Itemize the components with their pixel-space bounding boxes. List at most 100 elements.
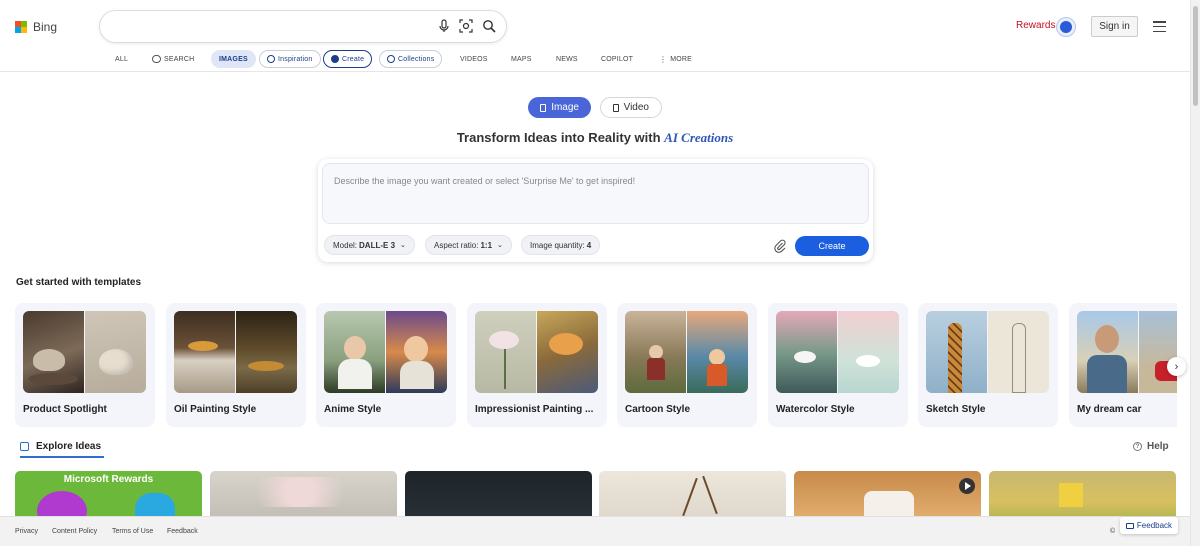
hamburger-menu-icon[interactable] (1153, 21, 1166, 32)
rewards-link[interactable]: Rewards (1016, 20, 1055, 31)
tab-more[interactable]: ⋮ MORE (659, 50, 692, 68)
image-toggle-label: Image (551, 102, 579, 113)
model-value: DALL-E 3 (359, 240, 396, 250)
tab-create-label: Create (342, 55, 365, 63)
explore-ideas-grid: Microsoft Rewards (15, 471, 1177, 516)
help-label: Help (1147, 441, 1169, 452)
feedback-button-label: Feedback (1136, 521, 1173, 530)
template-card-dream-car[interactable]: My dream car (1069, 303, 1177, 427)
footer-terms-link[interactable]: Terms of Use (112, 528, 153, 535)
template-thumbnail (625, 311, 686, 393)
scrollbar-thumb[interactable] (1193, 6, 1198, 106)
create-icon (331, 55, 339, 63)
idea-tile-night-city[interactable] (405, 471, 592, 516)
attach-clip-icon[interactable] (773, 239, 787, 253)
tab-maps[interactable]: MAPS (511, 50, 532, 68)
template-label: Oil Painting Style (174, 404, 257, 415)
template-thumbnail (386, 311, 447, 393)
template-thumbnail (85, 311, 146, 393)
feedback-button[interactable]: Feedback (1120, 517, 1178, 534)
tab-images[interactable]: IMAGES (211, 50, 256, 68)
template-label: Cartoon Style (625, 404, 691, 415)
image-icon (540, 103, 547, 112)
template-thumbnail (1139, 311, 1177, 393)
image-mode-toggle[interactable]: Image (528, 97, 591, 118)
image-quantity-select[interactable]: Image quantity: 4 (521, 235, 601, 255)
footer-feedback-link[interactable]: Feedback (167, 528, 198, 535)
template-thumbnail (838, 311, 899, 393)
header: Bing Rewards Sign in ALL SEARCH IMAGES I… (0, 0, 1190, 72)
footer-privacy-link[interactable]: Privacy (15, 528, 38, 535)
prompt-textarea[interactable]: Describe the image you want created or s… (322, 163, 869, 224)
idea-tile-blossom[interactable] (210, 471, 397, 516)
templates-title: Get started with templates (16, 277, 142, 288)
video-toggle-label: Video (623, 102, 649, 113)
chevron-right-icon: › (1174, 360, 1179, 373)
template-card-anime[interactable]: Anime Style (316, 303, 456, 427)
create-button[interactable]: Create (795, 236, 869, 256)
bing-logo[interactable]: Bing (15, 20, 57, 34)
rewards-tile-title: Microsoft Rewards (63, 474, 154, 485)
page-title: Transform Ideas into Reality with AI Cre… (0, 130, 1190, 146)
template-thumbnail (324, 311, 385, 393)
template-thumbnail (687, 311, 748, 393)
tab-collections[interactable]: Collections (379, 50, 443, 68)
template-thumbnail (926, 311, 987, 393)
aspect-value: 1:1 (480, 240, 493, 250)
explore-ideas-label: Explore Ideas (36, 441, 102, 452)
template-label: Anime Style (324, 404, 382, 415)
template-thumbnail (537, 311, 598, 393)
templates-carousel: Product Spotlight Oil Painting Style Ani… (15, 303, 1177, 427)
tab-create[interactable]: Create (323, 50, 373, 68)
video-icon (613, 103, 619, 112)
footer-content-policy-link[interactable]: Content Policy (52, 528, 97, 535)
video-mode-toggle[interactable]: Video (600, 97, 662, 118)
page-scrollbar[interactable] (1190, 0, 1200, 546)
idea-tile-pixel-flowers[interactable] (989, 471, 1176, 516)
tab-videos[interactable]: VIDEOS (460, 50, 488, 68)
model-select[interactable]: Model: DALL-E 3 ⌄ (324, 235, 415, 255)
explore-ideas-tab[interactable]: Explore Ideas (20, 441, 104, 458)
template-label: Sketch Style (926, 404, 986, 415)
visual-search-icon[interactable] (458, 18, 474, 34)
idea-tile-branch[interactable] (599, 471, 786, 516)
tab-search-label: SEARCH (164, 55, 195, 63)
idea-tile-coffee[interactable] (794, 471, 981, 516)
copilot-search-icon (152, 55, 161, 63)
tab-all[interactable]: ALL (115, 50, 128, 68)
help-link[interactable]: ? Help (1133, 441, 1169, 452)
search-icon[interactable] (481, 18, 497, 34)
template-card-oil-painting[interactable]: Oil Painting Style (166, 303, 306, 427)
template-label: My dream car (1077, 404, 1142, 415)
tab-news[interactable]: NEWS (556, 50, 578, 68)
carousel-next-button[interactable]: › (1167, 357, 1186, 376)
tab-copilot[interactable]: COPILOT (601, 50, 633, 68)
idea-tile-rewards[interactable]: Microsoft Rewards (15, 471, 202, 516)
template-label: Product Spotlight (23, 404, 107, 415)
template-thumbnail (174, 311, 235, 393)
page-title-accent: AI Creations (664, 130, 734, 145)
tab-more-label: MORE (670, 55, 693, 63)
microphone-icon[interactable] (436, 18, 452, 34)
template-card-product-spotlight[interactable]: Product Spotlight (15, 303, 155, 427)
model-label: Model: (333, 240, 358, 250)
page-title-text: Transform Ideas into Reality with (456, 130, 661, 145)
template-thumbnail (475, 311, 536, 393)
template-label: Impressionist Painting ... (475, 404, 594, 415)
video-play-icon (959, 478, 975, 494)
template-card-cartoon[interactable]: Cartoon Style (617, 303, 757, 427)
template-card-sketch[interactable]: Sketch Style (918, 303, 1058, 427)
feedback-icon (1125, 522, 1134, 529)
tab-inspiration[interactable]: Inspiration (259, 50, 321, 68)
logo-text: Bing (33, 20, 58, 34)
search-input[interactable] (100, 11, 506, 42)
rewards-medal-icon[interactable] (1056, 17, 1076, 37)
aspect-ratio-select[interactable]: Aspect ratio: 1:1 ⌄ (425, 235, 512, 255)
template-card-watercolor[interactable]: Watercolor Style (768, 303, 908, 427)
template-thumbnail (988, 311, 1049, 393)
template-card-impressionist[interactable]: Impressionist Painting ... (467, 303, 607, 427)
sign-in-button[interactable]: Sign in (1091, 16, 1138, 37)
tab-search[interactable]: SEARCH (152, 50, 194, 68)
collections-icon (387, 55, 395, 63)
template-thumbnail (23, 311, 84, 393)
